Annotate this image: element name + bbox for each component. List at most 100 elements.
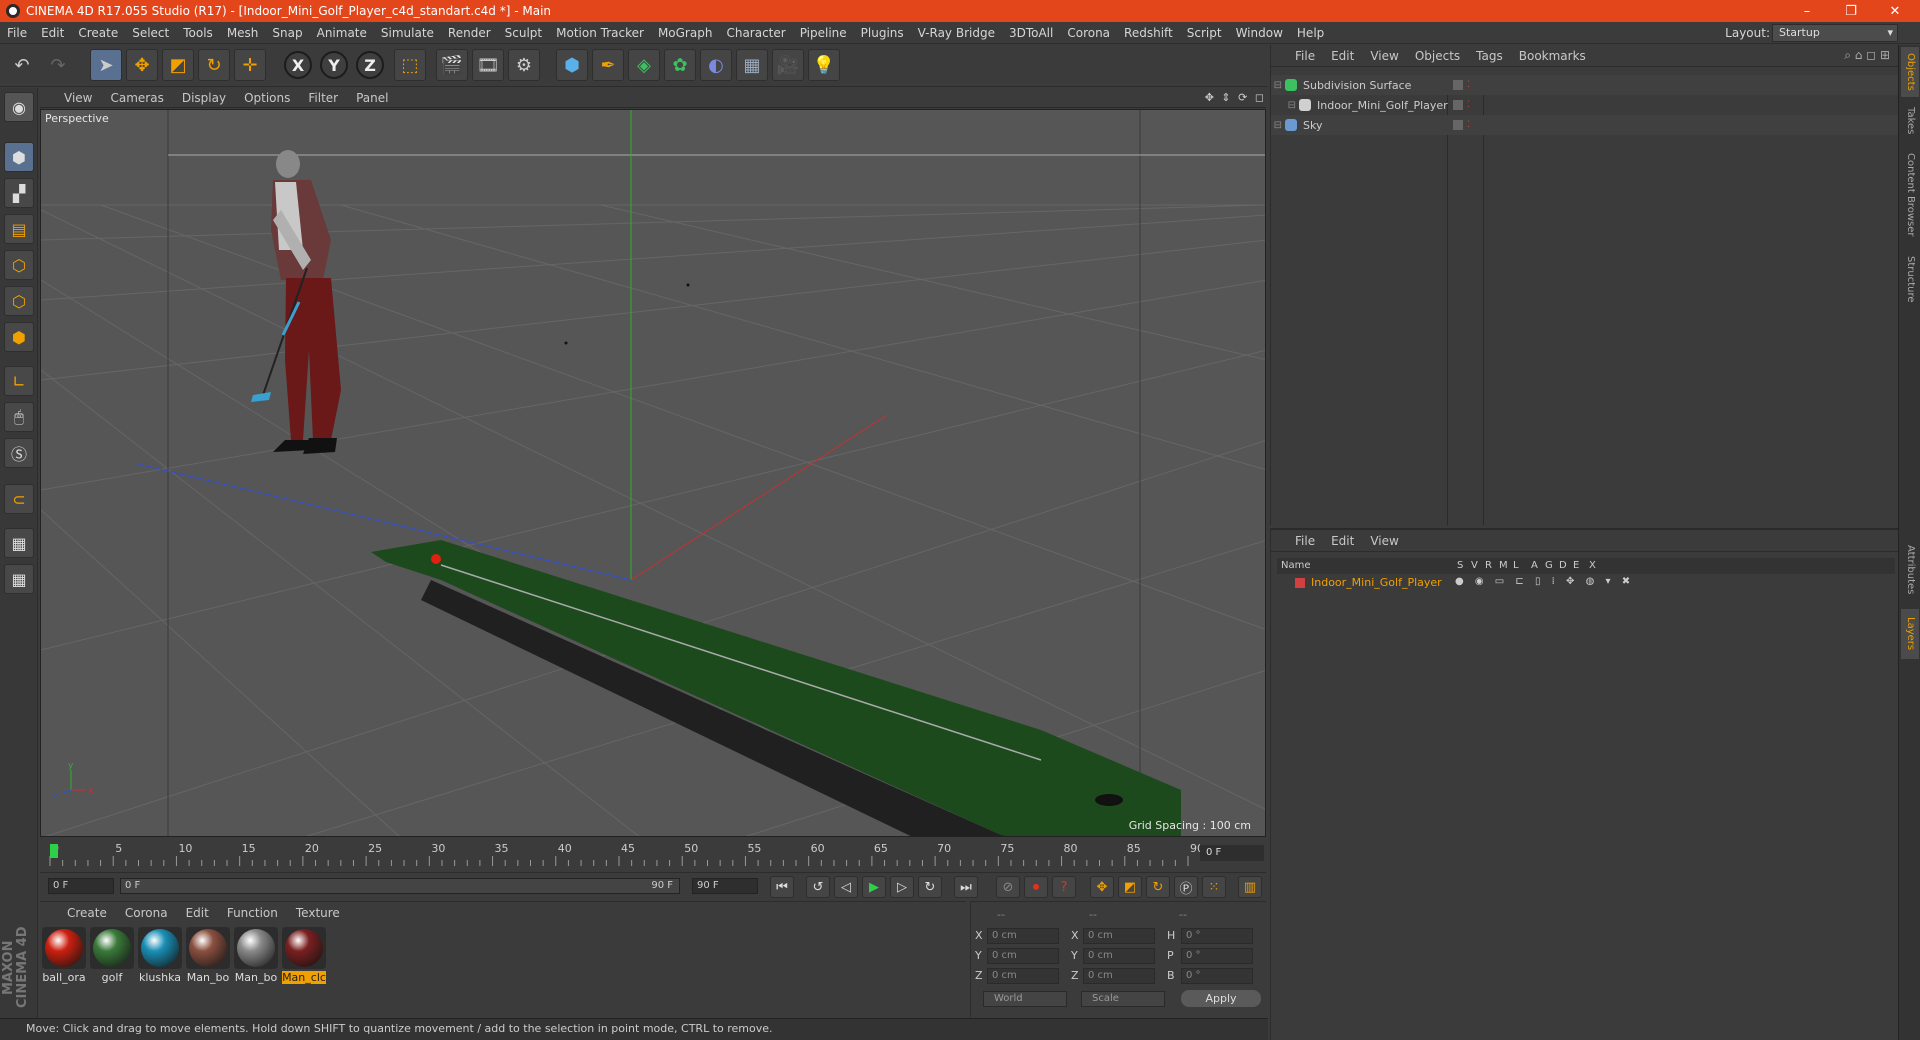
menu-tools[interactable]: Tools (176, 26, 220, 40)
material-item[interactable]: golf (90, 927, 134, 984)
layer-column-g[interactable]: G (1545, 560, 1553, 571)
menu-character[interactable]: Character (719, 26, 792, 40)
menu-corona[interactable]: Corona (1060, 26, 1117, 40)
material-item[interactable]: Man_bo (234, 927, 278, 984)
material-item[interactable]: klushka (138, 927, 182, 984)
object-status-dots[interactable]: ⁚ (1467, 100, 1470, 110)
tab-content-browser[interactable]: Content Browser (1901, 145, 1919, 245)
timeline-ruler[interactable]: 051015202530354045505560657075808590 (40, 840, 1266, 870)
move-tool-button[interactable]: ✥ (126, 49, 158, 81)
floor-button[interactable]: ▦ (736, 49, 768, 81)
viewport-menu-options[interactable]: Options (235, 91, 299, 105)
tree-expander-icon[interactable]: ⊟ (1271, 80, 1285, 91)
layout-select[interactable]: Startup ▾ (1772, 24, 1898, 42)
current-frame-field[interactable]: 0 F (1200, 845, 1264, 861)
object-row[interactable]: ⊟ Indoor_Mini_Golf_Player ⁚ (1271, 95, 1899, 115)
menu-3dtoall[interactable]: 3DToAll (1002, 26, 1060, 40)
viewport-menu-display[interactable]: Display (173, 91, 235, 105)
object-row[interactable]: ⊟ Subdivision Surface ⁚ (1271, 75, 1899, 95)
select-tool-button[interactable]: ➤ (90, 49, 122, 81)
magnet-button[interactable]: ⊂ (4, 484, 34, 514)
spline-pen-button[interactable]: ✒ (592, 49, 624, 81)
layer-row[interactable]: Indoor_Mini_Golf_Player ● ◉ ▭ ⊏ ▯ ⁞ ✥ ◍ … (1277, 575, 1895, 591)
render-settings-button[interactable]: ⚙ (508, 49, 540, 81)
redo-button[interactable]: ↷ (42, 49, 74, 81)
lock-workplane-button[interactable]: ▦ (4, 528, 34, 558)
size-z-field[interactable]: 0 cm (1083, 968, 1155, 984)
layer-column-v[interactable]: V (1471, 560, 1478, 571)
layer-toggle-icons[interactable]: ● ◉ ▭ ⊏ ▯ ⁞ ✥ ◍ ▾ ✖ (1455, 576, 1634, 587)
tab-objects[interactable]: Objects (1901, 47, 1919, 97)
size-x-field[interactable]: 0 cm (1083, 928, 1155, 944)
layer-column-r[interactable]: R (1485, 560, 1492, 571)
pos-x-field[interactable]: 0 cm (987, 928, 1059, 944)
subdivision-surface-button[interactable]: ◈ (628, 49, 660, 81)
play-button[interactable]: ▶ (862, 876, 886, 898)
material-menu-corona[interactable]: Corona (116, 906, 177, 920)
menu-edit[interactable]: Edit (34, 26, 71, 40)
perspective-viewport[interactable]: y x z Perspective Grid Spacing : 100 cm (40, 109, 1266, 837)
menu-create[interactable]: Create (71, 26, 125, 40)
menu-sculpt[interactable]: Sculpt (498, 26, 549, 40)
workplane-button[interactable]: ▤ (4, 214, 34, 244)
menu-render[interactable]: Render (441, 26, 498, 40)
viewport-menu-view[interactable]: View (40, 91, 101, 105)
menu-simulate[interactable]: Simulate (374, 26, 441, 40)
obj-menu-edit[interactable]: Edit (1323, 49, 1362, 63)
object-status-dots[interactable]: ⁚ (1467, 80, 1470, 90)
pos-y-field[interactable]: 0 cm (987, 948, 1059, 964)
material-item[interactable]: Man_clc (282, 927, 326, 984)
material-menu-edit[interactable]: Edit (177, 906, 218, 920)
coordinate-space-select[interactable]: World (983, 991, 1067, 1007)
key-parameter-button[interactable]: Ⓟ (1174, 876, 1198, 898)
obj-menu-file[interactable]: File (1287, 49, 1323, 63)
cube-object-button[interactable]: ⬢ (556, 49, 588, 81)
key-scale-button[interactable]: ◩ (1118, 876, 1142, 898)
key-position-button[interactable]: ✥ (1090, 876, 1114, 898)
layer-column-l[interactable]: L (1513, 560, 1519, 571)
goto-start-button[interactable]: ⏮ (770, 876, 794, 898)
menu-mograph[interactable]: MoGraph (651, 26, 720, 40)
material-item[interactable]: ball_ora (42, 927, 86, 984)
object-visibility-toggle[interactable] (1453, 80, 1463, 90)
layer-column-m[interactable]: M (1499, 560, 1508, 571)
render-view-button[interactable]: 🎬 (436, 49, 468, 81)
start-frame-field[interactable]: 0 F (48, 878, 114, 894)
autokey-button[interactable]: ⏺ (1024, 876, 1048, 898)
next-frame-button[interactable]: ▷ (890, 876, 914, 898)
tab-structure[interactable]: Structure (1901, 249, 1919, 309)
layer-menu-file[interactable]: File (1287, 534, 1323, 548)
scale-tool-button[interactable]: ◩ (162, 49, 194, 81)
viewport-menu-panel[interactable]: Panel (347, 91, 397, 105)
obj-menu-objects[interactable]: Objects (1407, 49, 1468, 63)
rot-h-field[interactable]: 0 ° (1181, 928, 1253, 944)
menu-mesh[interactable]: Mesh (220, 26, 266, 40)
menu-window[interactable]: Window (1229, 26, 1290, 40)
material-menu-function[interactable]: Function (218, 906, 287, 920)
size-mode-select[interactable]: Scale (1081, 991, 1165, 1007)
key-rotation-button[interactable]: ↻ (1146, 876, 1170, 898)
snap-button[interactable]: Ⓢ (4, 438, 34, 468)
menu-plugins[interactable]: Plugins (854, 26, 911, 40)
object-visibility-toggle[interactable] (1453, 100, 1463, 110)
camera-button[interactable]: 🎥 (772, 49, 804, 81)
menu-select[interactable]: Select (125, 26, 176, 40)
make-editable-button[interactable]: ◉ (4, 92, 34, 122)
material-menu-texture[interactable]: Texture (287, 906, 349, 920)
material-item[interactable]: Man_bo (186, 927, 230, 984)
rot-p-field[interactable]: 0 ° (1181, 948, 1253, 964)
next-key-button[interactable]: ↻ (918, 876, 942, 898)
key-pla-button[interactable]: ⁙ (1202, 876, 1226, 898)
edges-mode-button[interactable]: ⬡ (4, 286, 34, 316)
pos-z-field[interactable]: 0 cm (987, 968, 1059, 984)
obj-menu-bookmarks[interactable]: Bookmarks (1511, 49, 1594, 63)
axis-mode-button[interactable]: ∟ (4, 366, 34, 396)
tweak-mode-button[interactable]: 🖱 (4, 402, 34, 432)
object-status-dots[interactable]: ⁚ (1467, 120, 1470, 130)
points-mode-button[interactable]: ⬡ (4, 250, 34, 280)
record-keys-button[interactable]: ⊘ (996, 876, 1020, 898)
layer-menu-view[interactable]: View (1362, 534, 1406, 548)
multi-tool-button[interactable]: ✛ (234, 49, 266, 81)
menu-pipeline[interactable]: Pipeline (793, 26, 854, 40)
rot-b-field[interactable]: 0 ° (1181, 968, 1253, 984)
